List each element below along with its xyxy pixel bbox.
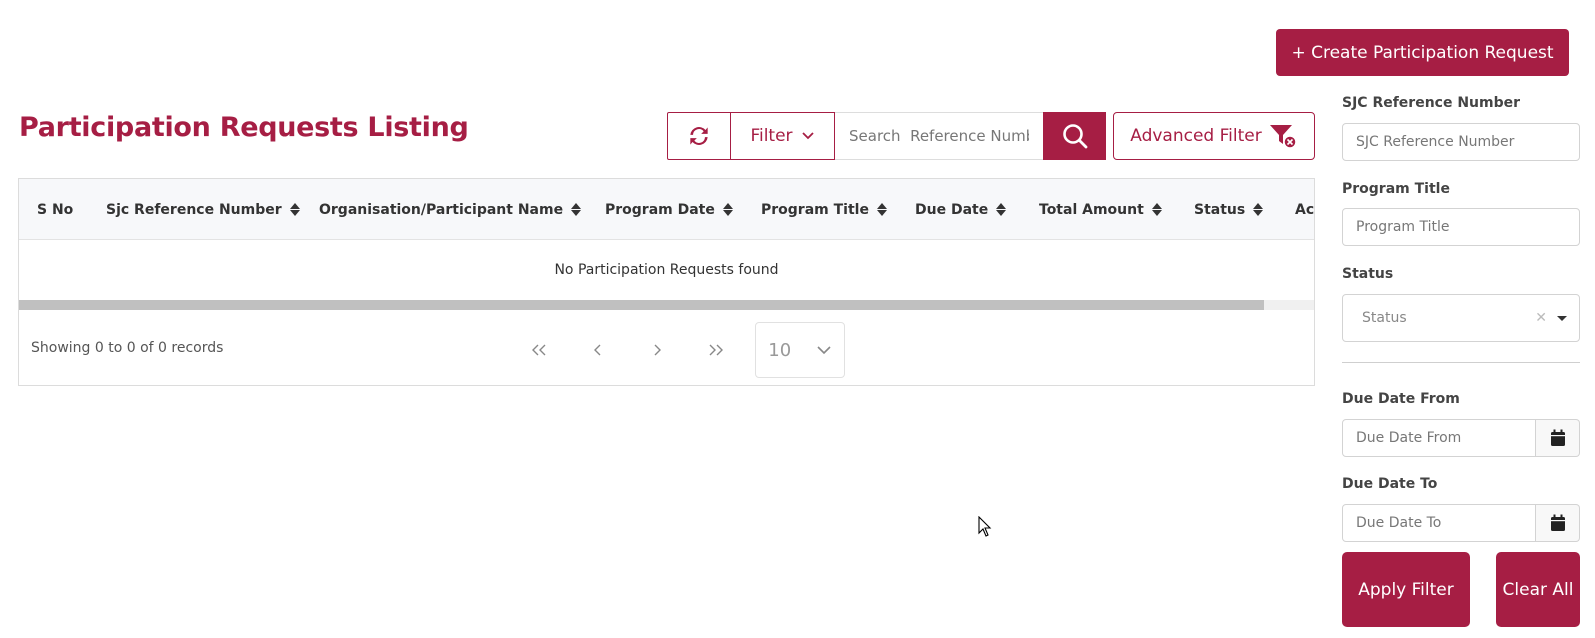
column-label: Program Title [761, 201, 869, 218]
next-page-button[interactable] [627, 322, 686, 378]
chevron-right-icon [654, 344, 661, 356]
clear-all-button[interactable]: Clear All [1496, 552, 1580, 627]
participation-requests-table: S No Sjc Reference Number Organisation/P… [18, 178, 1315, 386]
calendar-icon [1550, 429, 1565, 446]
search-icon [1062, 124, 1087, 149]
column-label: Ac [1295, 201, 1315, 218]
filter-dropdown-button[interactable]: Filter [731, 112, 835, 160]
column-s-no: S No [37, 179, 73, 240]
chevron-down-icon [801, 132, 814, 140]
advanced-filter-label: Advanced Filter [1130, 126, 1262, 146]
refresh-icon [690, 127, 708, 145]
filter-clear-icon [1269, 125, 1297, 149]
column-actions: Ac [1295, 179, 1314, 240]
sort-icon[interactable] [571, 203, 582, 216]
empty-message: No Participation Requests found [554, 262, 779, 278]
status-placeholder: Status [1362, 310, 1407, 326]
program-title-label: Program Title [1342, 181, 1450, 197]
double-chevron-left-icon [531, 344, 545, 356]
chevron-down-icon [817, 346, 831, 355]
column-status[interactable]: Status [1194, 179, 1264, 240]
filter-label: Filter [750, 126, 793, 146]
column-program-title[interactable]: Program Title [761, 179, 887, 240]
column-label: Total Amount [1039, 201, 1144, 218]
chevron-left-icon [593, 344, 600, 356]
due-date-to-group [1342, 504, 1580, 542]
sort-icon[interactable] [876, 203, 887, 216]
program-title-input[interactable] [1342, 208, 1580, 246]
calendar-icon [1550, 514, 1565, 531]
double-chevron-right-icon [709, 344, 723, 356]
status-label: Status [1342, 266, 1394, 282]
page-size-select[interactable]: 10 [755, 322, 845, 378]
page-size-value: 10 [768, 339, 792, 361]
first-page-button[interactable] [509, 322, 568, 378]
due-date-from-input[interactable] [1342, 419, 1536, 457]
search-input[interactable] [835, 112, 1043, 160]
column-sjc-reference-number[interactable]: Sjc Reference Number [106, 179, 300, 240]
pagination: 10 [509, 322, 845, 378]
search-button[interactable] [1043, 112, 1106, 160]
sort-icon[interactable] [1253, 203, 1264, 216]
sort-icon[interactable] [722, 203, 733, 216]
due-date-to-calendar-button[interactable] [1536, 504, 1580, 542]
mouse-cursor-icon [978, 516, 992, 537]
last-page-button[interactable] [686, 322, 745, 378]
column-total-amount[interactable]: Total Amount [1039, 179, 1162, 240]
horizontal-scrollbar[interactable] [19, 300, 1314, 310]
column-label: Organisation/Participant Name [319, 201, 564, 218]
column-label: Program Date [605, 201, 715, 218]
column-label: Status [1194, 201, 1246, 218]
advanced-filter-button[interactable]: Advanced Filter [1113, 112, 1315, 160]
column-label: S No [37, 201, 74, 218]
column-due-date[interactable]: Due Date [915, 179, 1007, 240]
column-label: Due Date [915, 201, 989, 218]
due-date-to-input[interactable] [1342, 504, 1536, 542]
toolbar: Filter [667, 112, 1106, 160]
due-date-from-calendar-button[interactable] [1536, 419, 1580, 457]
due-date-from-label: Due Date From [1342, 391, 1460, 407]
previous-page-button[interactable] [568, 322, 627, 378]
status-select[interactable]: Status ✕ [1342, 294, 1580, 342]
sort-icon[interactable] [289, 203, 300, 216]
due-date-from-group [1342, 419, 1580, 457]
create-participation-request-button[interactable]: + Create Participation Request [1276, 29, 1569, 76]
column-organisation-participant-name[interactable]: Organisation/Participant Name [319, 179, 582, 240]
sort-icon[interactable] [1151, 203, 1162, 216]
column-label: Sjc Reference Number [106, 201, 282, 218]
sjc-reference-label: SJC Reference Number [1342, 95, 1521, 111]
table-footer: Showing 0 to 0 of 0 records 10 [19, 310, 1314, 385]
sort-icon[interactable] [996, 203, 1007, 216]
clear-icon[interactable]: ✕ [1535, 310, 1547, 326]
records-count: Showing 0 to 0 of 0 records [31, 340, 224, 356]
refresh-button[interactable] [667, 112, 731, 160]
column-program-date[interactable]: Program Date [605, 179, 733, 240]
caret-down-icon[interactable] [1557, 315, 1567, 321]
divider [1342, 362, 1580, 363]
table-header: S No Sjc Reference Number Organisation/P… [19, 179, 1314, 240]
sjc-reference-input[interactable] [1342, 123, 1580, 161]
due-date-to-label: Due Date To [1342, 476, 1438, 492]
scrollbar-thumb[interactable] [19, 300, 1264, 310]
page-title: Participation Requests Listing [19, 112, 469, 143]
apply-filter-button[interactable]: Apply Filter [1342, 552, 1470, 627]
